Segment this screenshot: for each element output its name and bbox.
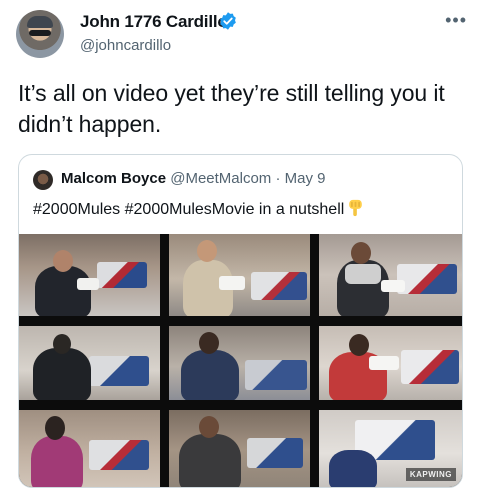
video-frame [169,234,310,316]
video-frame [19,410,160,487]
author-display-name[interactable]: John 1776 Cardillo [80,12,228,32]
quoted-author-display-name[interactable]: Malcom Boyce [61,170,166,187]
tweet-text: It’s all on video yet they’re still tell… [18,80,445,137]
video-frame [169,326,310,400]
video-frame [19,326,160,400]
video-frame [319,326,462,400]
video-frame [169,410,310,487]
quoted-tweet-header: Malcom Boyce @MeetMalcom · May 9 [61,170,326,187]
author-handle[interactable]: @johncardillo [80,37,171,54]
quoted-author-avatar[interactable] [33,170,53,190]
author-avatar[interactable] [16,10,64,58]
meta-separator: · [275,170,281,187]
video-frame: KAPWING [319,410,462,487]
verified-badge-icon [220,12,236,30]
more-options-icon[interactable]: ••• [445,10,467,31]
avatar-cap-shape [27,16,53,28]
quoted-tweet-date[interactable]: May 9 [285,170,326,187]
quoted-author-handle[interactable]: @MeetMalcom [170,170,271,187]
video-watermark: KAPWING [405,468,456,481]
video-frame [19,234,160,316]
quoted-tweet-text: #2000Mules #2000MulesMovie in a nutshell [33,199,363,219]
video-thumbnail-grid[interactable]: KAPWING [19,234,462,487]
video-frame [319,234,462,316]
quoted-tweet-text-body: #2000Mules #2000MulesMovie in a nutshell [33,201,345,218]
quoted-tweet[interactable]: Malcom Boyce @MeetMalcom · May 9 #2000Mu… [18,154,463,488]
pointing-down-hand-icon [349,199,363,217]
avatar-glasses-shape [29,30,51,36]
